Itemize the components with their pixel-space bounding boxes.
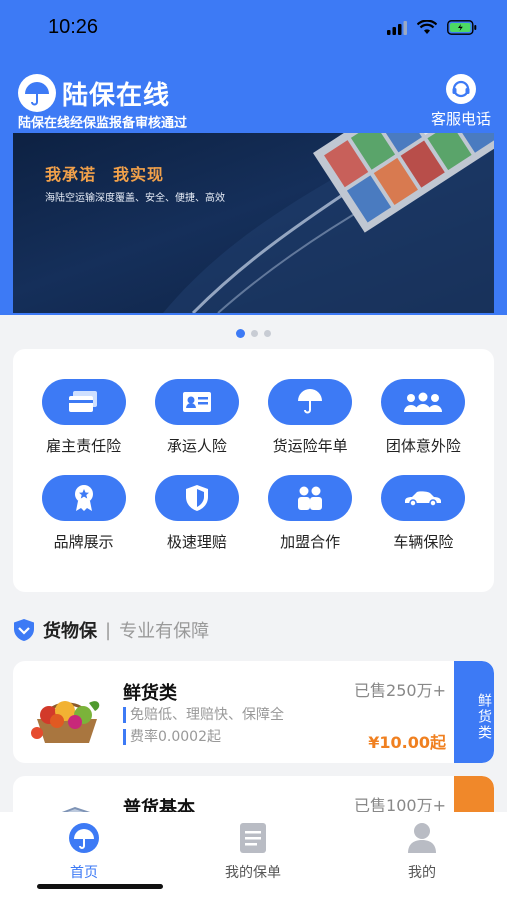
service-employer-liability[interactable]: 雇主责任险 — [27, 379, 140, 475]
banner-carousel[interactable]: 我承诺 我实现 海陆空运输深度覆盖、安全、便捷、高效 — [13, 133, 494, 313]
banner-title: 我承诺 我实现 — [45, 165, 165, 184]
service-franchise[interactable]: 加盟合作 — [254, 474, 367, 571]
status-icons — [387, 20, 477, 35]
service-grid: 雇主责任险 承运人险 货运险年单 团体意外险 品牌展示 极速理赔 加盟合作 车辆… — [13, 349, 494, 592]
umbrella-icon — [268, 379, 353, 425]
banner-subtitle: 海陆空运输深度覆盖、安全、便捷、高效 — [45, 193, 225, 204]
status-time: 10:26 — [48, 16, 99, 38]
product-tag[interactable]: 鲜货类 — [454, 661, 494, 763]
product-price: ¥10.00起 — [368, 733, 446, 752]
customer-service-button[interactable]: 客服电话 — [431, 74, 491, 129]
group-icon — [381, 379, 466, 425]
tab-me[interactable]: 我的 — [372, 822, 472, 882]
brand-subtitle: 陆保在线经保监报备审核通过 — [18, 116, 188, 131]
carousel-dots — [0, 329, 507, 338]
tab-label: 我的 — [408, 865, 436, 881]
id-cards-icon — [41, 379, 126, 425]
section-separator: | — [105, 619, 112, 641]
service-label: 品牌展示 — [53, 532, 114, 551]
carousel-dot[interactable] — [251, 330, 258, 337]
brand: 陆保在线 — [18, 74, 170, 112]
award-badge-icon — [41, 474, 126, 521]
wifi-icon — [417, 20, 437, 34]
carousel-dot[interactable] — [236, 329, 245, 338]
service-group-accident[interactable]: 团体意外险 — [367, 379, 480, 475]
app-name: 陆保在线 — [62, 80, 171, 111]
shield-icon — [154, 474, 239, 521]
section-title: 货物保 — [43, 621, 97, 642]
battery-icon — [447, 20, 477, 35]
service-label: 极速理赔 — [166, 532, 227, 551]
service-carrier[interactable]: 承运人险 — [140, 379, 253, 475]
status-bar: 10:26 — [0, 0, 507, 56]
service-label: 团体意外险 — [385, 437, 461, 455]
tab-label: 首页 — [70, 865, 98, 881]
section-subtitle: 专业有保障 — [119, 621, 210, 642]
product-card-fresh[interactable]: 鲜货类 免赔低、理赔快、保障全 费率0.0002起 已售250万+ ¥10.00… — [13, 661, 494, 763]
cargo-shield-icon — [14, 619, 34, 641]
tab-label: 我的保单 — [225, 865, 281, 881]
product-sold-count: 已售250万+ — [354, 681, 446, 700]
tab-my-policies[interactable]: 我的保单 — [203, 822, 303, 882]
fruit-basket-icon — [31, 701, 100, 743]
service-label: 雇主责任险 — [46, 437, 122, 455]
user-icon — [406, 822, 438, 854]
customer-service-label: 客服电话 — [430, 110, 491, 128]
tab-home[interactable]: 首页 — [34, 822, 134, 882]
headset-icon — [445, 74, 476, 104]
product-rate: 费率0.0002起 — [123, 729, 221, 745]
service-label: 承运人险 — [166, 437, 227, 455]
document-icon — [237, 822, 269, 854]
carousel-dot[interactable] — [264, 330, 271, 337]
signal-icon — [387, 20, 407, 35]
service-label: 货运险年单 — [272, 437, 348, 455]
product-features: 免赔低、理赔快、保障全 — [123, 707, 284, 723]
umbrella-logo-icon — [18, 74, 56, 112]
partners-icon — [268, 474, 353, 521]
home-umbrella-icon — [68, 822, 100, 854]
service-cargo-annual[interactable]: 货运险年单 — [254, 379, 367, 475]
cargo-ship-image — [163, 133, 494, 313]
service-brand-showcase[interactable]: 品牌展示 — [27, 474, 140, 571]
section-header: 货物保 | 专业有保障 — [13, 617, 209, 643]
service-label: 加盟合作 — [280, 532, 341, 551]
car-icon — [381, 474, 466, 521]
product-name: 鲜货类 — [123, 683, 177, 704]
service-label: 车辆保险 — [393, 532, 454, 551]
service-vehicle[interactable]: 车辆保险 — [367, 474, 480, 571]
home-indicator[interactable] — [37, 884, 163, 889]
service-fast-claims[interactable]: 极速理赔 — [140, 474, 253, 571]
id-card-icon — [154, 379, 239, 425]
